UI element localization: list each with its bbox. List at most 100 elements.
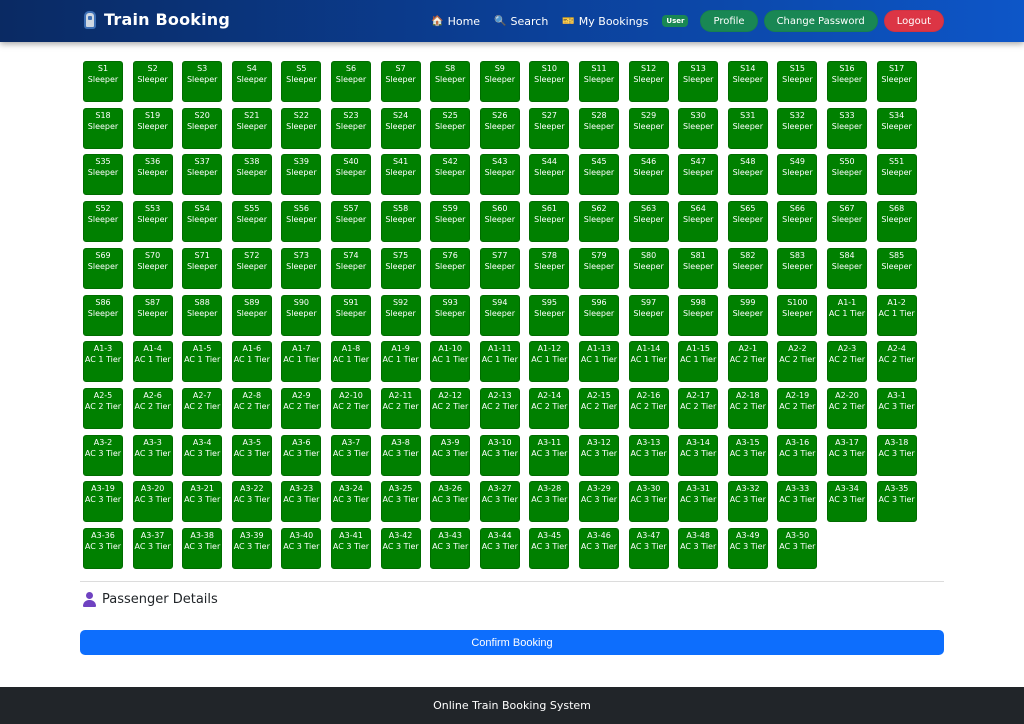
seat-button[interactable]: S99 Sleeper (727, 294, 768, 336)
seat-button[interactable]: S10 Sleeper (529, 61, 570, 102)
seat-button[interactable]: A3-4 AC 3 Tier (182, 434, 223, 476)
seat-button[interactable]: S25 Sleeper (430, 107, 471, 149)
seat-button[interactable]: A3-49 AC 3 Tier (727, 528, 768, 569)
seat-button[interactable]: A3-18 AC 3 Tier (876, 434, 917, 476)
seat-button[interactable]: A1-5 AC 1 Tier (182, 341, 223, 383)
seat-button[interactable]: S20 Sleeper (182, 107, 223, 149)
seat-button[interactable]: S3 Sleeper (182, 61, 223, 102)
seat-button[interactable]: A2-3 AC 2 Tier (827, 341, 867, 383)
seat-button[interactable]: A3-10 AC 3 Tier (479, 434, 520, 476)
seat-button[interactable]: S36 Sleeper (132, 154, 173, 196)
seat-button[interactable]: S38 Sleeper (231, 154, 272, 196)
seat-button[interactable]: A3-43 AC 3 Tier (430, 528, 471, 569)
seat-button[interactable]: A3-29 AC 3 Tier (579, 481, 619, 523)
seat-button[interactable]: A3-32 AC 3 Tier (727, 481, 768, 523)
seat-button[interactable]: S72 Sleeper (231, 247, 272, 289)
seat-button[interactable]: S45 Sleeper (579, 154, 619, 196)
seat-button[interactable]: A3-50 AC 3 Tier (777, 528, 818, 569)
seat-button[interactable]: S90 Sleeper (281, 294, 322, 336)
seat-button[interactable]: S89 Sleeper (231, 294, 272, 336)
seat-button[interactable]: A2-12 AC 2 Tier (430, 387, 471, 429)
seat-button[interactable]: A2-1 AC 2 Tier (727, 341, 768, 383)
seat-button[interactable]: S60 Sleeper (479, 201, 520, 243)
logout-button[interactable]: Logout (883, 10, 944, 32)
seat-button[interactable]: A3-26 AC 3 Tier (430, 481, 471, 523)
seat-button[interactable]: A2-9 AC 2 Tier (281, 387, 322, 429)
seat-button[interactable]: S24 Sleeper (380, 107, 421, 149)
seat-button[interactable]: A2-19 AC 2 Tier (777, 387, 818, 429)
seat-button[interactable]: S64 Sleeper (678, 201, 719, 243)
seat-button[interactable]: S23 Sleeper (331, 107, 371, 149)
seat-button[interactable]: S61 Sleeper (529, 201, 570, 243)
seat-button[interactable]: A1-9 AC 1 Tier (380, 341, 421, 383)
seat-button[interactable]: S4 Sleeper (231, 61, 272, 102)
seat-button[interactable]: S21 Sleeper (231, 107, 272, 149)
seat-button[interactable]: A3-38 AC 3 Tier (182, 528, 223, 569)
seat-button[interactable]: A3-25 AC 3 Tier (380, 481, 421, 523)
seat-button[interactable]: S1 Sleeper (83, 61, 123, 102)
seat-button[interactable]: S43 Sleeper (479, 154, 520, 196)
seat-button[interactable]: S83 Sleeper (777, 247, 818, 289)
seat-button[interactable]: A2-6 AC 2 Tier (132, 387, 173, 429)
seat-button[interactable]: S77 Sleeper (479, 247, 520, 289)
seat-button[interactable]: A3-6 AC 3 Tier (281, 434, 322, 476)
seat-button[interactable]: S58 Sleeper (380, 201, 421, 243)
seat-button[interactable]: A1-15 AC 1 Tier (678, 341, 719, 383)
seat-button[interactable]: A3-22 AC 3 Tier (231, 481, 272, 523)
seat-button[interactable]: S41 Sleeper (380, 154, 421, 196)
seat-button[interactable]: A3-5 AC 3 Tier (231, 434, 272, 476)
seat-button[interactable]: A2-5 AC 2 Tier (83, 387, 123, 429)
seat-button[interactable]: S82 Sleeper (727, 247, 768, 289)
seat-button[interactable]: S18 Sleeper (83, 107, 123, 149)
seat-button[interactable]: S63 Sleeper (628, 201, 669, 243)
seat-button[interactable]: A3-31 AC 3 Tier (678, 481, 719, 523)
seat-button[interactable]: S51 Sleeper (876, 154, 917, 196)
seat-button[interactable]: S42 Sleeper (430, 154, 471, 196)
seat-button[interactable]: S53 Sleeper (132, 201, 173, 243)
seat-button[interactable]: S46 Sleeper (628, 154, 669, 196)
seat-button[interactable]: A3-2 AC 3 Tier (83, 434, 123, 476)
seat-button[interactable]: S80 Sleeper (628, 247, 669, 289)
seat-button[interactable]: S81 Sleeper (678, 247, 719, 289)
seat-button[interactable]: S57 Sleeper (331, 201, 371, 243)
seat-button[interactable]: S22 Sleeper (281, 107, 322, 149)
seat-button[interactable]: A2-13 AC 2 Tier (479, 387, 520, 429)
seat-button[interactable]: S33 Sleeper (827, 107, 867, 149)
seat-button[interactable]: S30 Sleeper (678, 107, 719, 149)
seat-button[interactable]: A2-2 AC 2 Tier (777, 341, 818, 383)
seat-button[interactable]: S13 Sleeper (678, 61, 719, 102)
seat-button[interactable]: A1-11 AC 1 Tier (479, 341, 520, 383)
seat-button[interactable]: S29 Sleeper (628, 107, 669, 149)
seat-button[interactable]: A3-37 AC 3 Tier (132, 528, 173, 569)
seat-button[interactable]: A3-28 AC 3 Tier (529, 481, 570, 523)
seat-button[interactable]: S47 Sleeper (678, 154, 719, 196)
seat-button[interactable]: A3-36 AC 3 Tier (83, 528, 123, 569)
seat-button[interactable]: S54 Sleeper (182, 201, 223, 243)
seat-button[interactable]: A3-11 AC 3 Tier (529, 434, 570, 476)
seat-button[interactable]: A3-19 AC 3 Tier (83, 481, 123, 523)
nav-link-search[interactable]: 🔍 Search (494, 15, 548, 28)
nav-link-my-bookings[interactable]: 🎫 My Bookings (562, 15, 648, 28)
seat-button[interactable]: A3-27 AC 3 Tier (479, 481, 520, 523)
seat-button[interactable]: S65 Sleeper (727, 201, 768, 243)
seat-button[interactable]: S96 Sleeper (579, 294, 619, 336)
seat-button[interactable]: A3-14 AC 3 Tier (678, 434, 719, 476)
seat-button[interactable]: S16 Sleeper (827, 61, 867, 102)
seat-button[interactable]: S9 Sleeper (479, 61, 520, 102)
seat-button[interactable]: S28 Sleeper (579, 107, 619, 149)
confirm-booking-button[interactable]: Confirm Booking (80, 630, 944, 655)
seat-button[interactable]: A3-33 AC 3 Tier (777, 481, 818, 523)
seat-button[interactable]: A3-16 AC 3 Tier (777, 434, 818, 476)
seat-button[interactable]: A3-45 AC 3 Tier (529, 528, 570, 569)
seat-button[interactable]: S27 Sleeper (529, 107, 570, 149)
seat-button[interactable]: A3-15 AC 3 Tier (727, 434, 768, 476)
seat-button[interactable]: A2-7 AC 2 Tier (182, 387, 223, 429)
seat-button[interactable]: S55 Sleeper (231, 201, 272, 243)
seat-button[interactable]: A3-23 AC 3 Tier (281, 481, 322, 523)
seat-button[interactable]: A2-18 AC 2 Tier (727, 387, 768, 429)
seat-button[interactable]: A3-3 AC 3 Tier (132, 434, 173, 476)
seat-button[interactable]: S71 Sleeper (182, 247, 223, 289)
seat-button[interactable]: S59 Sleeper (430, 201, 471, 243)
seat-button[interactable]: S11 Sleeper (579, 61, 619, 102)
seat-button[interactable]: S93 Sleeper (430, 294, 471, 336)
